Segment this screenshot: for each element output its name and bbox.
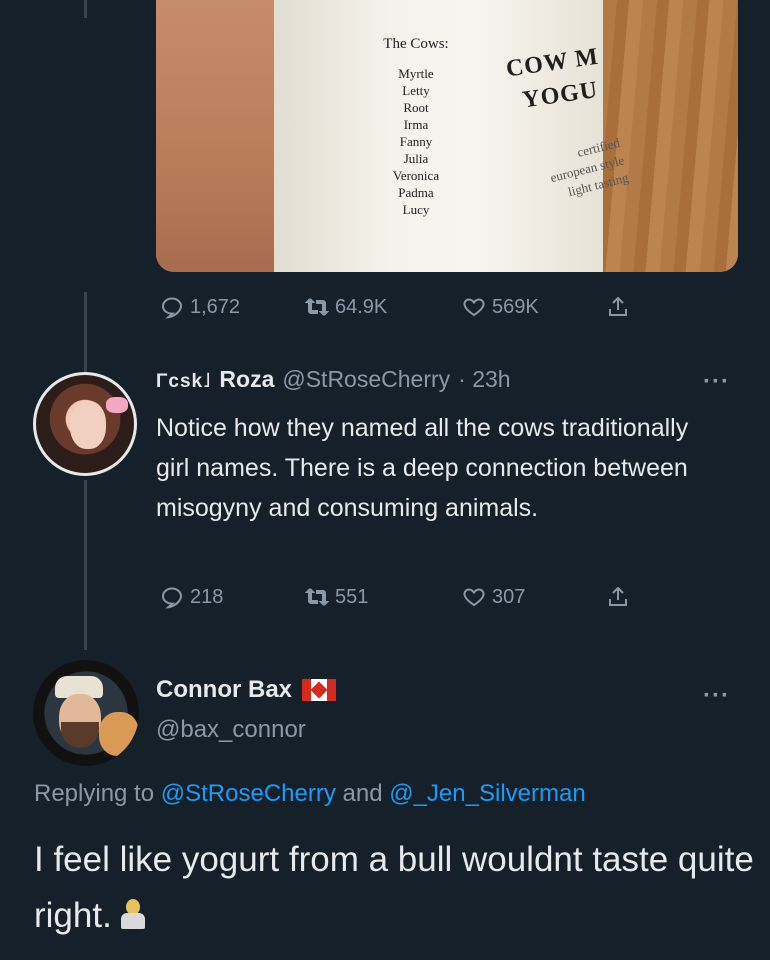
thread-line — [84, 0, 87, 18]
cow-name: Padma — [398, 185, 434, 200]
retweet-icon — [305, 298, 329, 316]
reply-tweet-actions: 218 551 307 — [0, 585, 770, 615]
more-options-button[interactable]: ··· — [703, 368, 730, 396]
tweet-media-image[interactable]: The Cows: Myrtle Letty Root Irma Fanny J… — [156, 0, 738, 272]
user-handle[interactable]: @bax_connor — [156, 716, 306, 744]
reply-button[interactable]: 1,672 — [160, 295, 240, 319]
image-background-left — [156, 0, 274, 272]
cow-name: Julia — [403, 151, 429, 166]
more-options-button[interactable]: ··· — [703, 682, 730, 710]
user-handle[interactable]: @StRoseCherry — [282, 366, 450, 393]
avatar-connor[interactable] — [33, 660, 139, 766]
reply-tweet-header: Γcsk˩ Roza @StRoseCherry · 23h — [156, 366, 511, 393]
avatar-roza[interactable] — [33, 372, 137, 476]
thread-line — [84, 292, 87, 372]
replying-prefix: Replying to — [34, 780, 161, 807]
like-count: 307 — [492, 585, 526, 608]
thread-line — [84, 480, 87, 650]
reply-icon — [161, 587, 183, 609]
share-button[interactable] — [606, 295, 630, 319]
cows-list-title: The Cows: — [383, 36, 449, 52]
like-button[interactable]: 307 — [462, 585, 525, 609]
avatar-hair-bow — [106, 397, 128, 413]
mention-link[interactable]: @_Jen_Silverman — [389, 780, 585, 807]
reply-button[interactable]: 218 — [160, 585, 223, 609]
display-name[interactable]: Connor Bax — [156, 676, 292, 704]
mention-link[interactable]: @StRoseCherry — [161, 780, 336, 807]
cow-name: Irma — [403, 117, 429, 132]
replying-and: and — [335, 780, 390, 807]
retweet-count: 551 — [335, 585, 369, 608]
cow-name: Root — [403, 100, 429, 115]
cow-name: Fanny — [399, 134, 433, 149]
share-button[interactable] — [606, 585, 630, 609]
display-name[interactable]: Roza — [219, 366, 274, 393]
connor-name-row: Connor Bax — [156, 676, 337, 704]
cows-list: The Cows: Myrtle Letty Root Irma Fanny J… — [361, 36, 471, 218]
retweet-button[interactable]: 551 — [305, 585, 368, 609]
avatar-face — [70, 401, 106, 449]
reply-icon — [161, 297, 183, 319]
canada-flag-icon — [302, 679, 337, 701]
share-icon — [609, 296, 627, 316]
cow-name: Letty — [402, 83, 430, 98]
like-count: 569K — [492, 295, 539, 318]
retweet-count: 64.9K — [335, 295, 388, 318]
cow-name: Veronica — [392, 168, 440, 183]
avatar-cat — [99, 712, 139, 756]
reply-tweet-text: Notice how they named all the cows tradi… — [156, 414, 689, 522]
connor-tweet-text: I feel like yogurt from a bull wouldnt t… — [34, 832, 754, 944]
like-icon — [463, 298, 485, 317]
tweet-time[interactable]: · 23h — [458, 366, 510, 393]
like-icon — [463, 588, 485, 607]
shrug-emoji-icon — [118, 899, 148, 931]
like-button[interactable]: 569K — [462, 295, 539, 319]
original-tweet-actions: 1,672 64.9K 569K — [0, 295, 770, 325]
share-icon — [609, 586, 627, 606]
replying-to-line: Replying to @StRoseCherry and @_Jen_Silv… — [34, 780, 586, 808]
user-badge: Γcsk˩ — [156, 371, 212, 392]
retweet-icon — [305, 588, 329, 606]
cow-name: Lucy — [402, 202, 430, 217]
retweet-button[interactable]: 64.9K — [305, 295, 387, 319]
reply-count: 1,672 — [190, 295, 241, 318]
cow-name: Myrtle — [398, 66, 434, 81]
avatar-beard — [61, 722, 99, 748]
reply-count: 218 — [190, 585, 224, 608]
